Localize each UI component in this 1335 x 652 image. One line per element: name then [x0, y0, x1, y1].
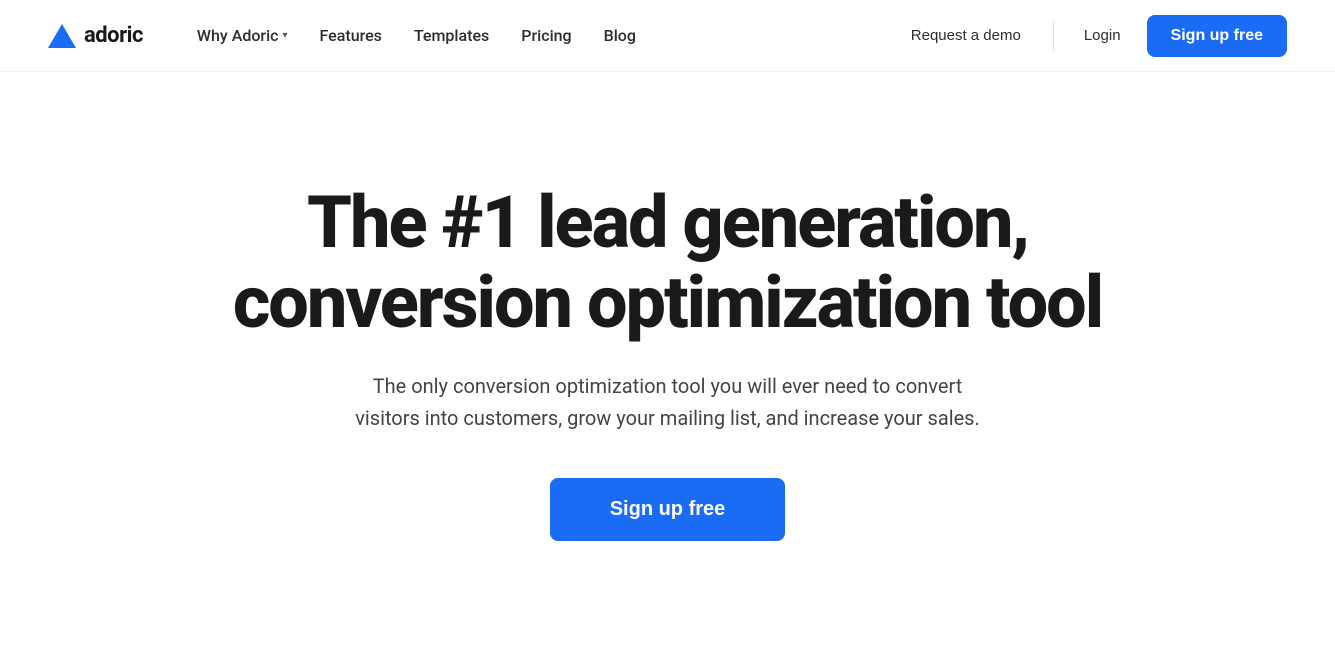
nav-item-templates[interactable]: Templates — [400, 18, 503, 53]
signup-button-nav[interactable]: Sign up free — [1147, 15, 1287, 57]
hero-headline: The #1 lead generation, conversion optim… — [218, 183, 1118, 341]
hero-section: The #1 lead generation, conversion optim… — [0, 72, 1335, 632]
nav-item-blog[interactable]: Blog — [590, 18, 650, 53]
navbar: adoric Why Adoric ▾ Features Templates P… — [0, 0, 1335, 72]
nav-divider — [1053, 22, 1054, 50]
request-demo-button[interactable]: Request a demo — [891, 17, 1041, 54]
nav-actions: Request a demo Login Sign up free — [891, 15, 1287, 57]
logo-text: adoric — [84, 23, 143, 48]
nav-item-why-adoric[interactable]: Why Adoric ▾ — [183, 18, 302, 53]
hero-subtext: The only conversion optimization tool yo… — [348, 370, 988, 434]
login-button[interactable]: Login — [1066, 17, 1139, 54]
logo-icon — [48, 24, 76, 48]
nav-links: Why Adoric ▾ Features Templates Pricing … — [183, 18, 891, 53]
nav-item-pricing[interactable]: Pricing — [507, 18, 585, 53]
signup-button-hero[interactable]: Sign up free — [550, 478, 786, 541]
logo-link[interactable]: adoric — [48, 23, 143, 48]
nav-item-features[interactable]: Features — [306, 18, 396, 53]
chevron-down-icon: ▾ — [283, 30, 288, 41]
